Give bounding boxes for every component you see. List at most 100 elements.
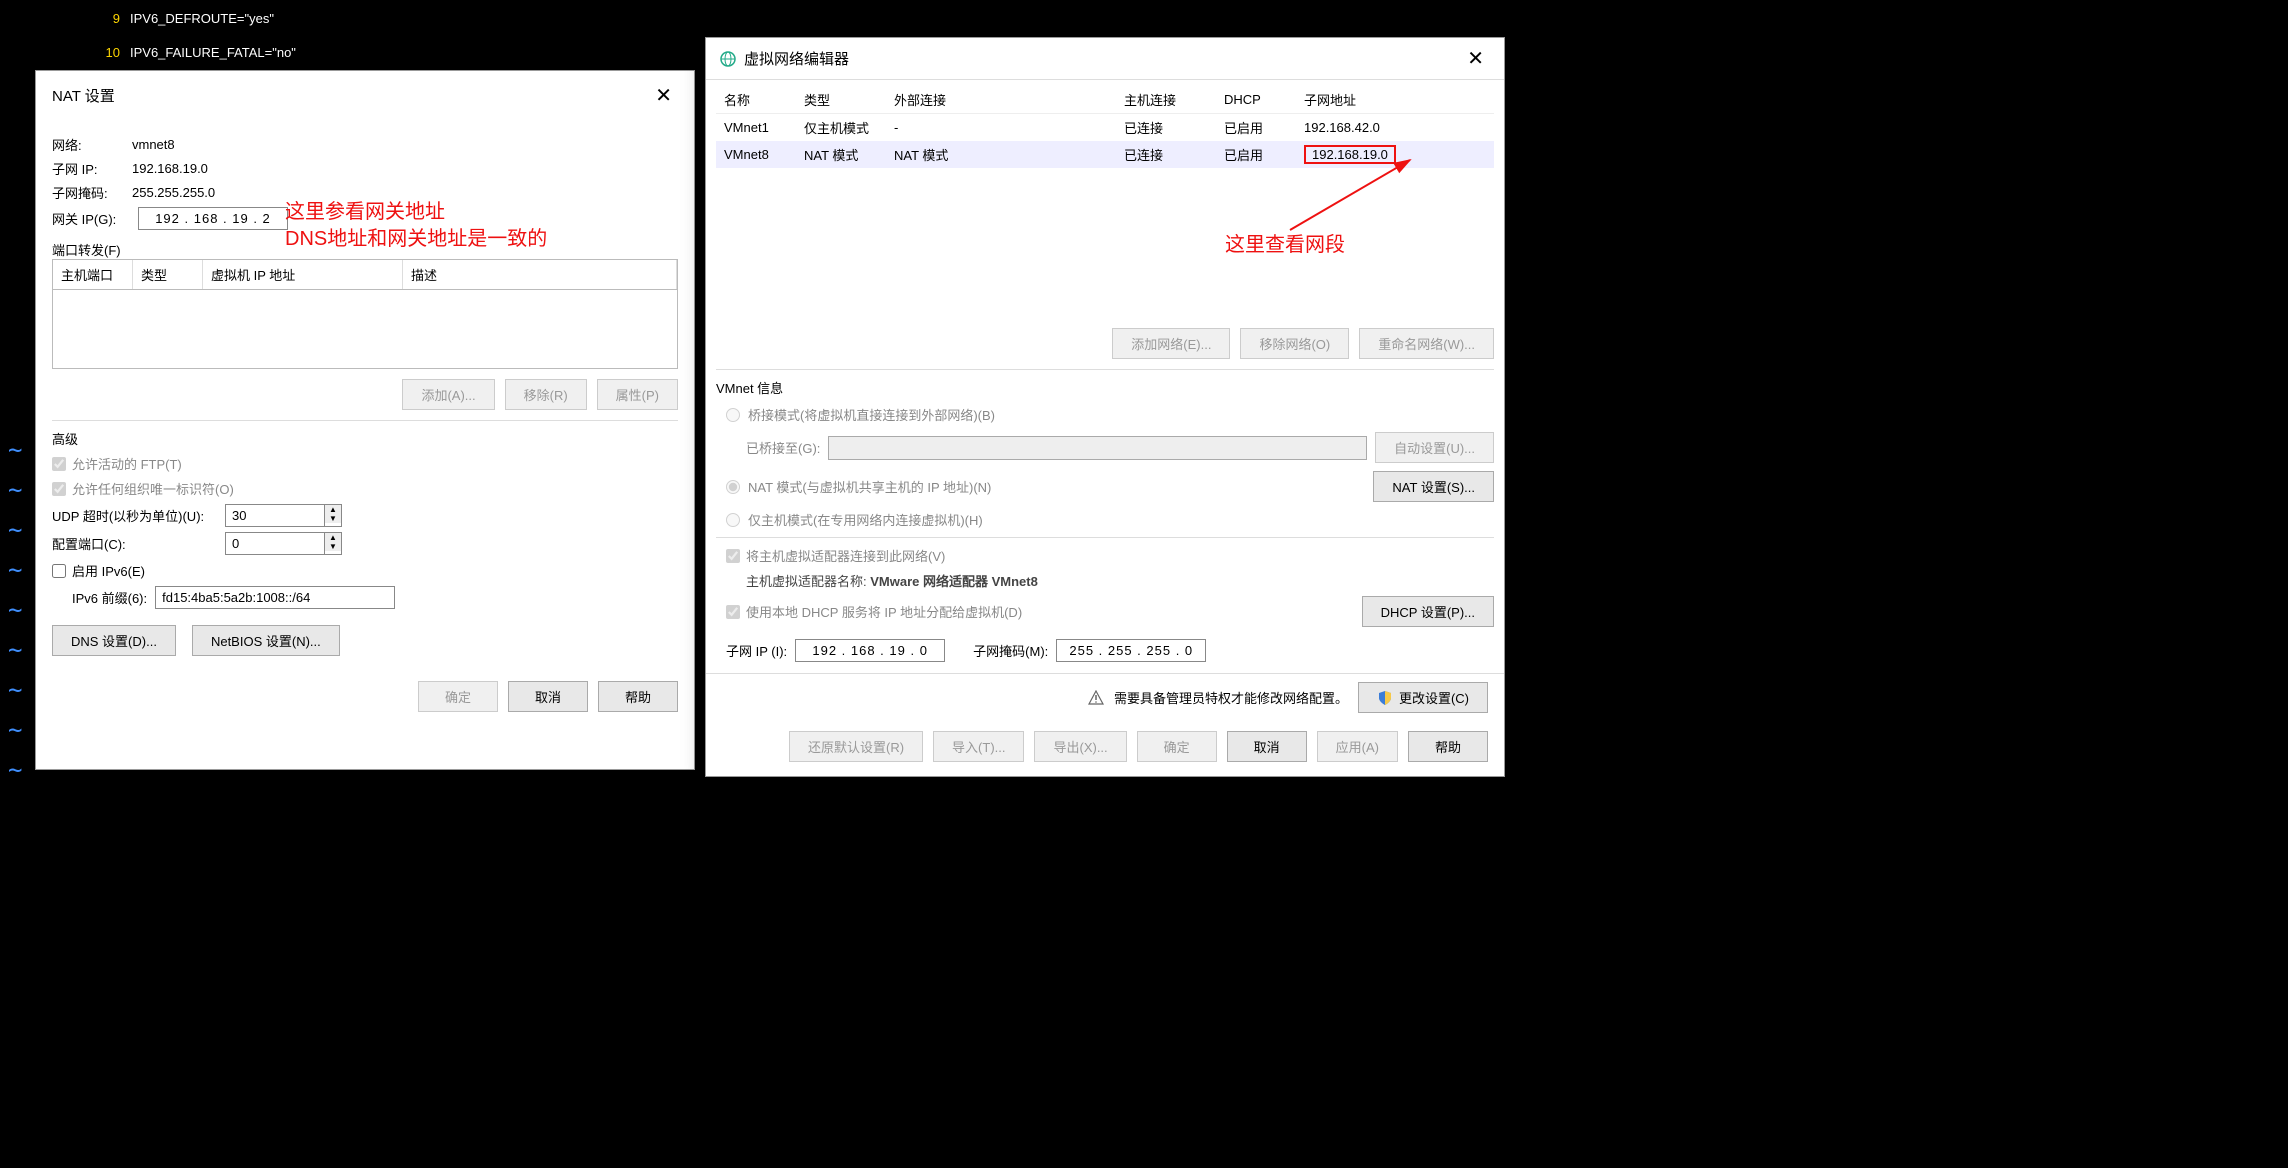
- shield-icon: [1377, 690, 1393, 706]
- subnet-ip-value: 192.168.19.0: [132, 161, 208, 176]
- port-forward-table-header: 主机端口 类型 虚拟机 IP 地址 描述: [52, 259, 678, 289]
- allow-ftp-label: 允许活动的 FTP(T): [72, 454, 182, 473]
- vim-tilde: ~: [8, 630, 22, 670]
- use-dhcp-checkbox[interactable]: [726, 605, 740, 619]
- col-ext: 外部连接: [886, 86, 1116, 114]
- connect-adapter-checkbox[interactable]: [726, 549, 740, 563]
- spinner-up-icon[interactable]: ▲: [325, 505, 341, 514]
- enable-ipv6-checkbox[interactable]: [52, 564, 66, 578]
- properties-button[interactable]: 属性(P): [597, 379, 678, 410]
- dns-settings-button[interactable]: DNS 设置(D)...: [52, 625, 176, 656]
- allow-ftp-checkbox[interactable]: [52, 457, 66, 471]
- close-button[interactable]: ✕: [649, 83, 678, 108]
- bridge-to-combo[interactable]: [828, 436, 1367, 460]
- ok-button[interactable]: 确定: [1137, 731, 1217, 762]
- cancel-button[interactable]: 取消: [1227, 731, 1307, 762]
- allow-org-label: 允许任何组织唯一标识符(O): [72, 479, 234, 498]
- config-port-label: 配置端口(C):: [52, 534, 217, 553]
- network-label: 网络:: [52, 135, 124, 154]
- ipv6-prefix-label: IPv6 前缀(6):: [72, 588, 147, 607]
- table-header-row: 名称 类型 外部连接 主机连接 DHCP 子网地址: [716, 86, 1494, 114]
- ok-button[interactable]: 确定: [418, 681, 498, 712]
- nat-mode-radio[interactable]: [726, 480, 740, 494]
- col-host: 主机连接: [1116, 86, 1216, 114]
- change-settings-button[interactable]: 更改设置(C): [1358, 682, 1488, 713]
- help-button[interactable]: 帮助: [1408, 731, 1488, 762]
- col-type: 类型: [133, 260, 203, 289]
- highlighted-subnet: 192.168.19.0: [1304, 145, 1396, 164]
- col-host-port: 主机端口: [53, 260, 133, 289]
- use-dhcp-label: 使用本地 DHCP 服务将 IP 地址分配给虚拟机(D): [746, 602, 1022, 621]
- vim-tilde: ~: [8, 710, 22, 750]
- subnet-ip-label: 子网 IP (I):: [726, 641, 787, 660]
- globe-icon: [720, 51, 736, 67]
- close-button[interactable]: ✕: [1461, 46, 1490, 71]
- vim-tilde: ~: [8, 510, 22, 550]
- warning-icon: [1088, 690, 1104, 706]
- ipv6-prefix-input[interactable]: [155, 586, 395, 609]
- col-type: 类型: [796, 86, 886, 114]
- subnet-ip-label: 子网 IP:: [52, 159, 124, 178]
- import-button[interactable]: 导入(T)...: [933, 731, 1024, 762]
- subnet-mask-label: 子网掩码:: [52, 183, 124, 202]
- spinner-up-icon[interactable]: ▲: [325, 533, 341, 542]
- gateway-ip-label: 网关 IP(G):: [52, 209, 130, 228]
- restore-defaults-button[interactable]: 还原默认设置(R): [789, 731, 923, 762]
- advanced-label: 高级: [52, 429, 678, 448]
- remove-button[interactable]: 移除(R): [505, 379, 587, 410]
- cancel-button[interactable]: 取消: [508, 681, 588, 712]
- subnet-mask-input[interactable]: 255 . 255 . 255 . 0: [1056, 639, 1206, 662]
- rename-network-button[interactable]: 重命名网络(W)...: [1359, 328, 1494, 359]
- apply-button[interactable]: 应用(A): [1317, 731, 1398, 762]
- bridge-to-label: 已桥接至(G):: [746, 438, 820, 457]
- port-forward-label: 端口转发(F): [52, 240, 678, 259]
- terminal-line: IPV6_DEFROUTE="yes": [130, 11, 274, 26]
- gateway-ip-input[interactable]: 192 . 168 . 19 . 2: [138, 207, 288, 230]
- vim-tilde: ~: [8, 590, 22, 630]
- auto-settings-button[interactable]: 自动设置(U)...: [1375, 432, 1494, 463]
- dialog-title: NAT 设置: [52, 85, 649, 106]
- udp-timeout-input[interactable]: [225, 504, 325, 527]
- port-forward-table-body[interactable]: [52, 289, 678, 369]
- nat-settings-button[interactable]: NAT 设置(S)...: [1373, 471, 1494, 502]
- adapter-name-label: 主机虚拟适配器名称:: [746, 574, 870, 589]
- network-table[interactable]: 名称 类型 外部连接 主机连接 DHCP 子网地址 VMnet1 仅主机模式 -…: [716, 86, 1494, 168]
- add-button[interactable]: 添加(A)...: [402, 379, 494, 410]
- dialog-titlebar: NAT 设置 ✕: [36, 71, 694, 120]
- adapter-name-value: VMware 网络适配器 VMnet8: [870, 574, 1038, 589]
- help-button[interactable]: 帮助: [598, 681, 678, 712]
- dhcp-settings-button[interactable]: DHCP 设置(P)...: [1362, 596, 1494, 627]
- col-subnet: 子网地址: [1296, 86, 1494, 114]
- terminal-line: IPV6_FAILURE_FATAL="no": [130, 45, 296, 60]
- add-network-button[interactable]: 添加网络(E)...: [1112, 328, 1230, 359]
- hostonly-mode-label: 仅主机模式(在专用网络内连接虚拟机)(H): [748, 510, 983, 529]
- export-button[interactable]: 导出(X)...: [1034, 731, 1126, 762]
- nat-settings-dialog: NAT 设置 ✕ 网络: vmnet8 子网 IP: 192.168.19.0 子网…: [35, 70, 695, 770]
- connect-adapter-label: 将主机虚拟适配器连接到此网络(V): [746, 546, 945, 565]
- vim-tilde: ~: [8, 670, 22, 710]
- config-port-input[interactable]: [225, 532, 325, 555]
- subnet-mask-label: 子网掩码(M):: [973, 641, 1048, 660]
- subnet-ip-input[interactable]: 192 . 168 . 19 . 0: [795, 639, 945, 662]
- col-dhcp: DHCP: [1216, 86, 1296, 114]
- table-row-selected[interactable]: VMnet8 NAT 模式 NAT 模式 已连接 已启用 192.168.19.…: [716, 141, 1494, 168]
- network-value: vmnet8: [132, 137, 175, 152]
- nat-mode-label: NAT 模式(与虚拟机共享主机的 IP 地址)(N): [748, 477, 991, 496]
- col-name: 名称: [716, 86, 796, 114]
- hostonly-mode-radio[interactable]: [726, 513, 740, 527]
- vim-tilde: ~: [8, 430, 22, 470]
- vmnet-info-label: VMnet 信息: [716, 378, 1494, 397]
- bridge-mode-radio[interactable]: [726, 408, 740, 422]
- netbios-settings-button[interactable]: NetBIOS 设置(N)...: [192, 625, 340, 656]
- spinner-down-icon[interactable]: ▼: [325, 542, 341, 551]
- dialog-title: 虚拟网络编辑器: [744, 48, 1461, 69]
- table-row[interactable]: VMnet1 仅主机模式 - 已连接 已启用 192.168.42.0: [716, 114, 1494, 142]
- allow-org-checkbox[interactable]: [52, 482, 66, 496]
- vim-tilde: ~: [8, 550, 22, 590]
- col-vm-ip: 虚拟机 IP 地址: [203, 260, 403, 289]
- spinner-down-icon[interactable]: ▼: [325, 514, 341, 523]
- remove-network-button[interactable]: 移除网络(O): [1240, 328, 1349, 359]
- vim-tilde: ~: [8, 470, 22, 510]
- dialog-titlebar: 虚拟网络编辑器 ✕: [706, 38, 1504, 80]
- udp-timeout-label: UDP 超时(以秒为单位)(U):: [52, 506, 217, 525]
